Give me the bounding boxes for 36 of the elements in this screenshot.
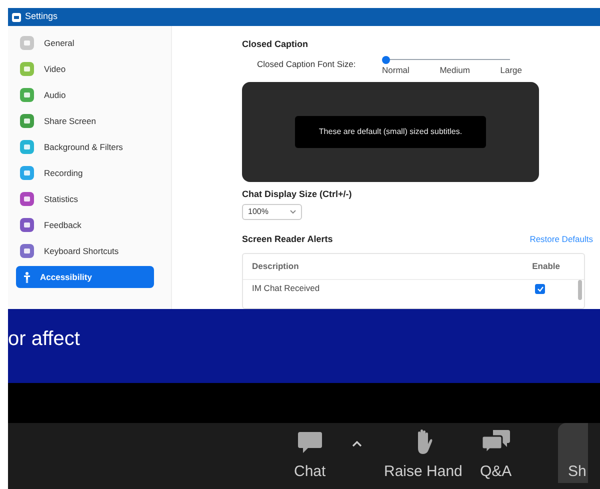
slider-stop-label: Large <box>500 64 522 76</box>
app-icon <box>12 12 21 22</box>
sidebar-item[interactable]: Feedback <box>16 214 154 236</box>
slider-stop-label: Normal <box>382 64 410 76</box>
section-heading: Closed Caption <box>242 38 310 51</box>
section-heading: Screen Reader Alerts <box>242 233 333 246</box>
sidebar-item[interactable]: Statistics <box>16 188 154 210</box>
size-dropdown[interactable]: 100% <box>242 204 302 220</box>
sidebar-item[interactable]: General <box>16 32 154 54</box>
hand-button[interactable]: Raise Hand <box>384 428 462 483</box>
column-header: Description <box>252 260 299 272</box>
slider-stop-label: Medium <box>440 64 470 76</box>
share-button[interactable]: Sh <box>558 423 588 483</box>
field-label: Closed Caption Font Size: <box>256 58 357 71</box>
sidebar-item[interactable]: Keyboard Shortcuts <box>16 240 154 262</box>
chat-button[interactable]: Chat <box>294 430 326 483</box>
alert-description: IM Chat Received <box>252 282 320 295</box>
window-title: Settings <box>25 10 58 24</box>
sidebar-item[interactable]: Video <box>16 58 154 80</box>
chevron-down-icon <box>290 210 296 214</box>
section-heading: Chat Display Size (Ctrl+/-) <box>242 188 353 201</box>
column-header: Enable <box>532 260 560 272</box>
qa-button[interactable]: Q&A <box>480 428 512 483</box>
sidebar-item[interactable]: Share Screen <box>16 110 154 132</box>
sidebar-item[interactable]: Recording <box>16 162 154 184</box>
subtitle-sample: These are default (small) sized subtitles. <box>295 116 486 148</box>
caret-up-icon[interactable] <box>352 441 362 447</box>
slider-thumb[interactable] <box>382 56 390 64</box>
enable-checkbox[interactable] <box>535 284 545 294</box>
chat-bubbles-icon <box>480 428 511 454</box>
chat-bubble-icon <box>296 430 323 454</box>
sidebar-item[interactable]: Audio <box>16 84 154 106</box>
scrollbar[interactable] <box>578 280 582 300</box>
sidebar-item[interactable]: Accessibility <box>16 266 154 288</box>
slide-text: or affect <box>8 326 80 352</box>
sidebar-item[interactable]: Background & Filters <box>16 136 154 158</box>
